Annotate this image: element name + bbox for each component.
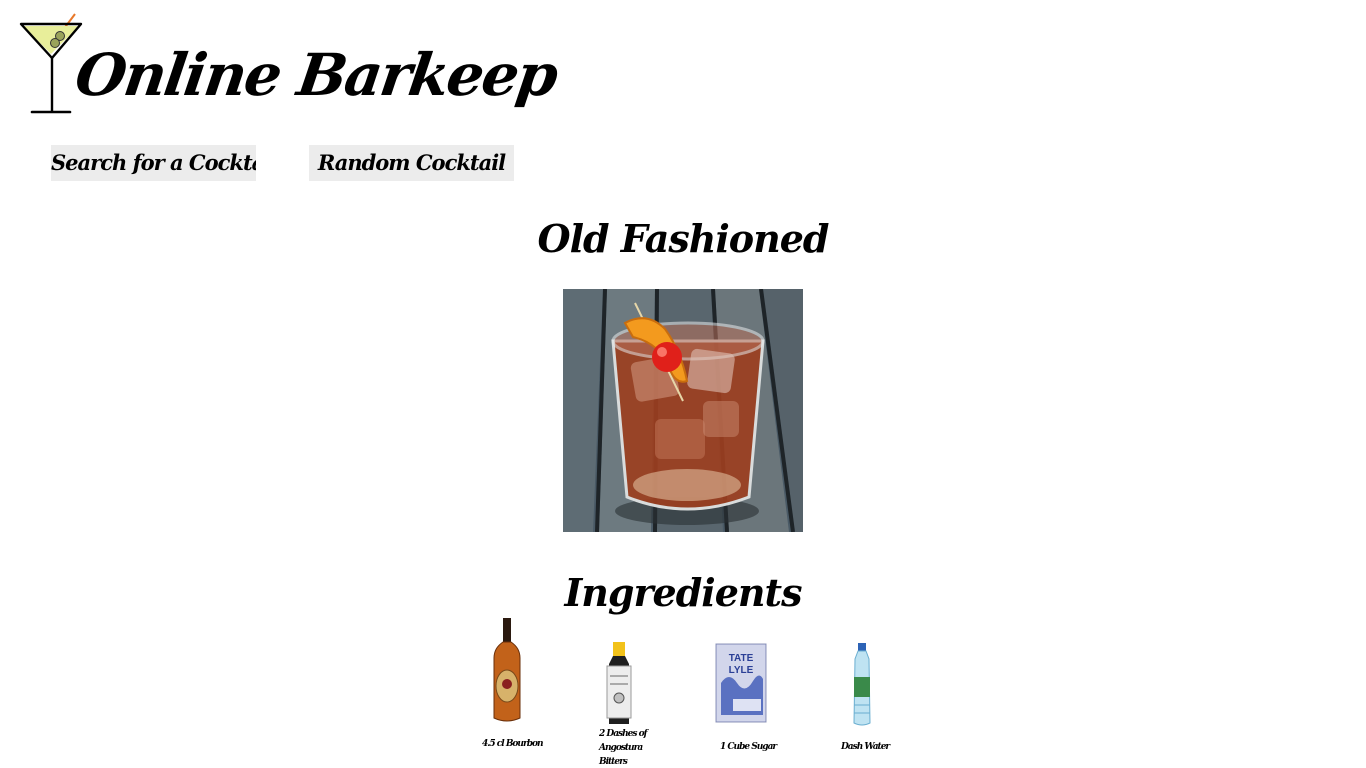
search-cocktail-button[interactable]: Search for a Cocktail xyxy=(51,145,256,181)
random-cocktail-button[interactable]: Random Cocktail xyxy=(309,145,514,181)
water-bottle-icon xyxy=(853,643,871,726)
drink-name: Old Fashioned xyxy=(537,216,829,261)
ingredient-label: Dash Water xyxy=(841,742,890,752)
bitters-bottle-icon xyxy=(606,642,632,724)
svg-text:LYLE: LYLE xyxy=(729,665,754,676)
app-title: Online Barkeep xyxy=(71,41,561,109)
ingredient-label: 1 Cube Sugar xyxy=(720,742,777,752)
ingredients-heading: Ingredients xyxy=(564,570,803,615)
svg-text:TATE: TATE xyxy=(729,653,754,664)
ingredient-label: 2 Dashes of Angostura Bitters xyxy=(599,729,647,767)
page: Online Barkeep Search for a Cocktail Ran… xyxy=(0,0,1366,768)
sugar-box-icon: TATE LYLE xyxy=(715,643,767,723)
old-fashioned-cocktail-photo xyxy=(563,289,803,532)
ingredient-label: 4.5 cl Bourbon xyxy=(482,739,544,749)
drink-photo xyxy=(563,289,803,532)
bourbon-bottle-icon xyxy=(493,618,521,722)
